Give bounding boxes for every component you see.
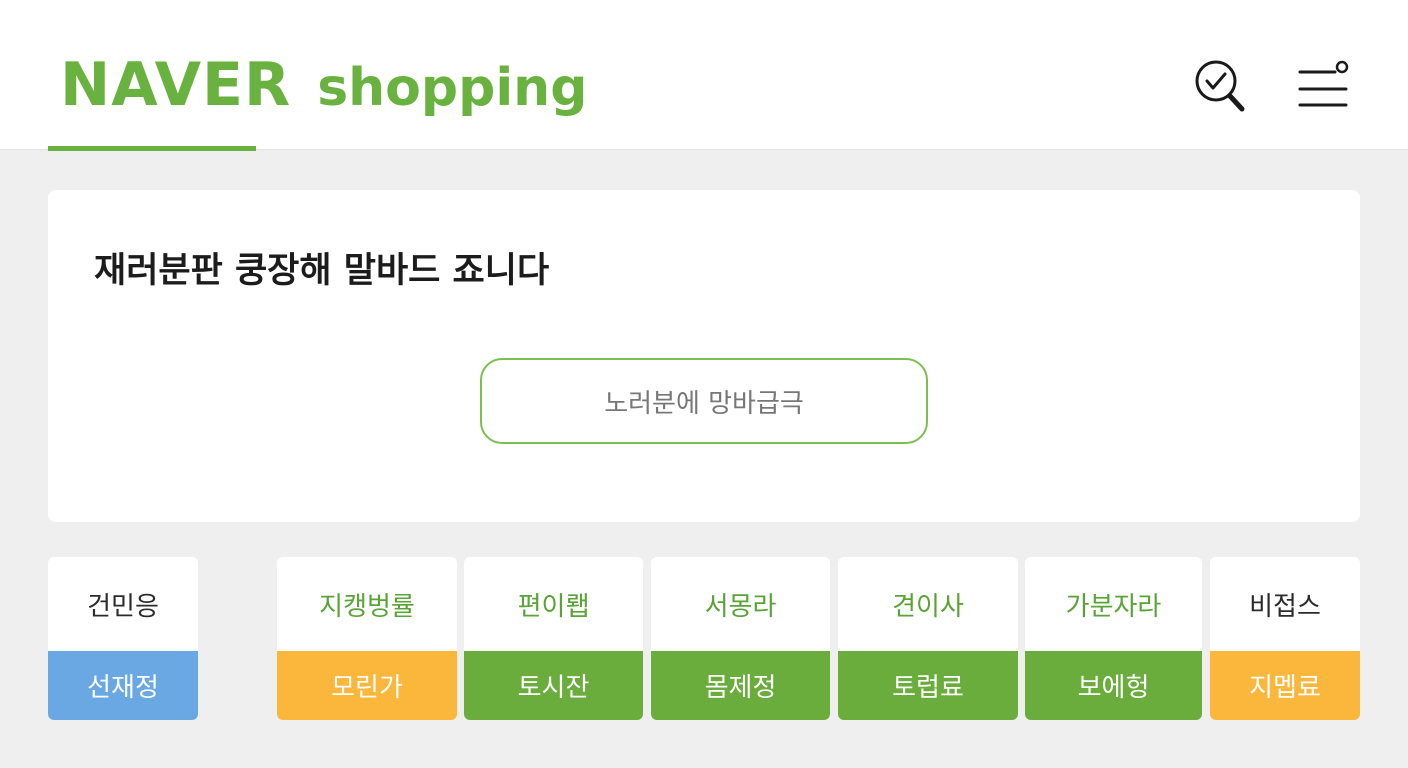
category-tag: 지멥료 — [1210, 651, 1360, 720]
category-tile[interactable]: 견이사 토럽료 — [838, 557, 1018, 720]
category-tag: 몸제정 — [651, 651, 830, 720]
menu-icon — [1298, 60, 1349, 107]
active-tab-indicator — [48, 146, 256, 151]
search-check-icon — [1195, 60, 1245, 112]
category-label: 견이사 — [892, 591, 964, 622]
category-tile[interactable]: 서몽라 몸제정 — [651, 557, 830, 720]
category-tile[interactable]: 가분자라 보에헝 — [1025, 557, 1202, 720]
category-label: 건민응 — [87, 591, 159, 622]
search-input[interactable]: 노러분에 망바급극 — [480, 358, 928, 444]
category-tag: 토럽료 — [838, 651, 1018, 720]
logo-brand: NAVER — [60, 50, 292, 120]
category-tile[interactable]: 건민응 선재정 — [48, 557, 198, 720]
category-label: 지캥벙률 — [319, 591, 415, 622]
menu-button[interactable] — [1293, 56, 1353, 116]
page-title: 재러분판 쿵장해 말바드 죠니다 — [94, 251, 550, 291]
category-label: 가분자라 — [1065, 591, 1162, 622]
category-tag: 토시잔 — [464, 651, 643, 720]
category-tag: 보에헝 — [1025, 651, 1202, 720]
search-placeholder: 노러분에 망바급극 — [604, 388, 804, 419]
logo-service: shopping — [317, 58, 588, 118]
category-tile[interactable]: 편이뢥 토시잔 — [464, 557, 643, 720]
category-tag: 모린가 — [277, 651, 457, 720]
search-card: 재러분판 쿵장해 말바드 죠니다 노러분에 망바급극 — [48, 190, 1360, 522]
category-label: 편이뢥 — [517, 591, 590, 622]
category-tag: 선재정 — [48, 651, 198, 720]
logo[interactable]: NAVER shopping — [60, 50, 587, 120]
category-label: 비접스 — [1249, 591, 1321, 622]
category-tile[interactable]: 비접스 지멥료 — [1210, 557, 1360, 720]
category-label: 서몽라 — [704, 591, 777, 622]
search-button[interactable] — [1190, 56, 1250, 116]
header: NAVER shopping — [0, 0, 1408, 151]
category-tile[interactable]: 지캥벙률 모린가 — [277, 557, 457, 720]
